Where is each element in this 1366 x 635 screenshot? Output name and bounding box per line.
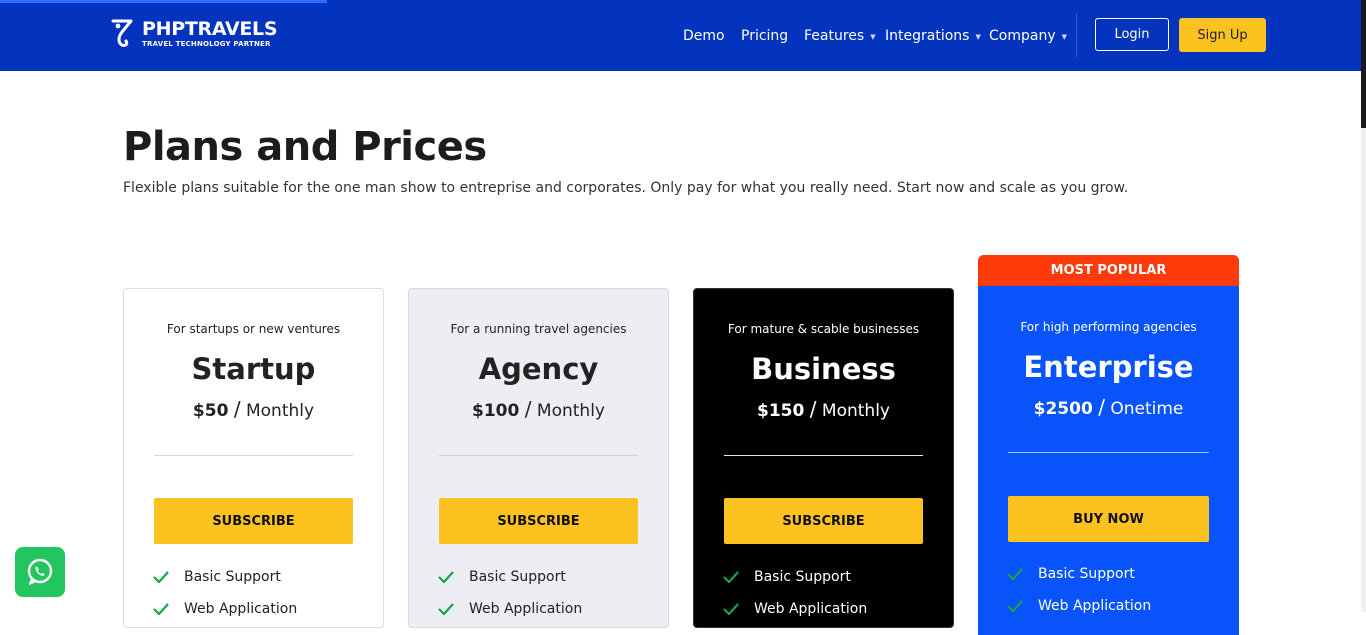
divider [439, 455, 638, 456]
nav-item-pricing[interactable]: Pricing [741, 0, 788, 71]
nav-item-features[interactable]: Features ▼ [804, 0, 876, 71]
chevron-down-icon: ▼ [975, 33, 981, 41]
whatsapp-button[interactable] [15, 547, 65, 597]
plan-card-agency: For a running travel agencies Agency $10… [408, 288, 669, 628]
plan-card-enterprise: MOST POPULAR For high performing agencie… [978, 255, 1239, 635]
feature-item: Basic Support [723, 569, 851, 585]
plan-price: $150 / Monthly [757, 397, 890, 421]
feature-item: Basic Support [153, 569, 281, 585]
signup-button[interactable]: Sign Up [1179, 18, 1266, 52]
plan-name: Business [751, 352, 896, 386]
plan-audience: For high performing agencies [1020, 320, 1197, 334]
divider [154, 455, 353, 456]
top-navbar: PHPTRAVELS TRAVEL TECHNOLOGY PARTNER Dem… [0, 0, 1366, 71]
feature-item: Web Application [153, 601, 297, 617]
scrollbar-thumb[interactable] [1361, 0, 1366, 128]
check-icon [438, 571, 454, 583]
plan-audience: For mature & scable businesses [727, 322, 920, 336]
subscribe-button-business[interactable]: SUBSCRIBE [724, 498, 923, 544]
buy-now-button-enterprise[interactable]: BUY NOW [1008, 496, 1209, 542]
plan-audience: For a running travel agencies [450, 322, 627, 336]
chevron-down-icon: ▼ [870, 33, 876, 41]
most-popular-badge: MOST POPULAR [978, 255, 1239, 286]
nav-item-label: Demo [683, 27, 725, 44]
nav-item-label: Features [804, 27, 865, 44]
page-subtitle: Flexible plans suitable for the one man … [123, 180, 1129, 196]
logo-name: PHPTRAVELS [142, 17, 278, 40]
logo-icon [111, 19, 133, 47]
plan-price: $100 / Monthly [472, 397, 605, 421]
login-button[interactable]: Login [1095, 18, 1169, 51]
whatsapp-icon [27, 558, 53, 585]
feature-item: Basic Support [1007, 566, 1135, 582]
feature-item: Basic Support [438, 569, 566, 585]
plan-name: Agency [478, 352, 599, 386]
nav-item-label: Pricing [741, 27, 789, 44]
plan-card-business: For mature & scable businesses Business … [693, 288, 954, 628]
check-icon [723, 571, 739, 583]
nav-divider [1076, 13, 1077, 57]
nav-item-integrations[interactable]: Integrations ▼ [885, 0, 981, 71]
logo[interactable]: PHPTRAVELS TRAVEL TECHNOLOGY PARTNER [110, 17, 278, 49]
feature-item: Web Application [723, 601, 867, 617]
page-scrollbar[interactable] [1361, 0, 1366, 612]
chevron-down-icon: ▼ [1061, 33, 1067, 41]
plan-card-startup: For startups or new ventures Startup $50… [123, 288, 384, 628]
nav-item-demo[interactable]: Demo [683, 0, 725, 71]
nav-item-label: Integrations [885, 27, 970, 44]
check-icon [1007, 600, 1023, 612]
feature-item: Web Application [438, 601, 582, 617]
check-icon [438, 603, 454, 615]
check-icon [1007, 568, 1023, 580]
plan-name: Startup [191, 352, 316, 386]
nav-item-label: Company [989, 27, 1056, 44]
plan-price: $2500 / Onetime [1033, 395, 1184, 419]
subscribe-button-startup[interactable]: SUBSCRIBE [154, 498, 353, 544]
page-title: Plans and Prices [123, 124, 487, 170]
check-icon [153, 571, 169, 583]
plan-name: Enterprise [1023, 350, 1194, 384]
divider [724, 455, 923, 456]
nav-item-company[interactable]: Company ▼ [989, 0, 1067, 71]
plan-audience: For startups or new ventures [166, 322, 341, 336]
check-icon [723, 603, 739, 615]
plan-price: $50 / Monthly [192, 397, 315, 421]
page-load-progress [0, 0, 327, 3]
check-icon [153, 603, 169, 615]
subscribe-button-agency[interactable]: SUBSCRIBE [439, 498, 638, 544]
logo-tagline: TRAVEL TECHNOLOGY PARTNER [142, 39, 271, 48]
divider [1008, 452, 1209, 453]
